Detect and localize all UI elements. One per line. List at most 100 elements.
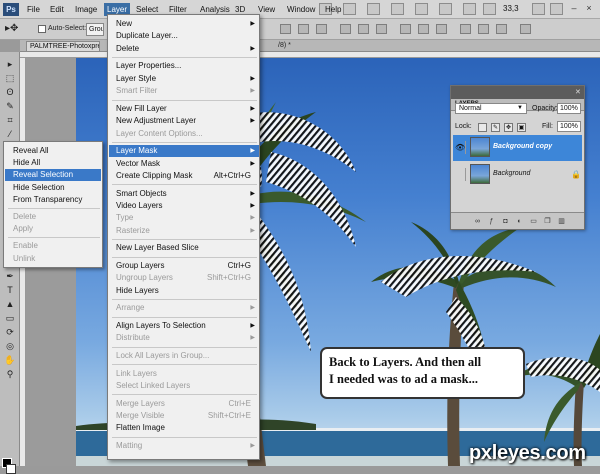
lock-position-icon[interactable]: ✥	[504, 123, 513, 132]
align-left-icon[interactable]	[340, 24, 351, 34]
submenu-item-hide-selection[interactable]: Hide Selection	[5, 182, 101, 194]
menu-help[interactable]: Help	[322, 3, 344, 16]
layer-name[interactable]: Background copy	[493, 143, 552, 150]
3d-rotate-tool[interactable]: ⟳	[3, 326, 17, 338]
layer-row[interactable]: Background 🔒	[453, 162, 582, 188]
tray-icon-6[interactable]	[439, 3, 452, 15]
submenu-item-delete[interactable]: Delete	[5, 211, 101, 223]
workspace-icon[interactable]	[550, 3, 563, 15]
tray-icon-3[interactable]	[367, 3, 380, 15]
new-layer-icon[interactable]: ❐	[543, 217, 552, 226]
menu-item-hide-layers[interactable]: Hide Layers	[109, 285, 259, 297]
layer-row[interactable]: 👁 Background copy	[453, 135, 582, 161]
menu-item-matting[interactable]: Matting ▶	[109, 440, 259, 452]
submenu-item-reveal-all[interactable]: Reveal All	[5, 145, 101, 157]
lock-transparency-icon[interactable]	[478, 123, 487, 132]
menu-item-layer-mask[interactable]: Layer Mask ▶	[109, 145, 259, 158]
submenu-item-apply[interactable]: Apply	[5, 223, 101, 235]
menu-item-flatten-image[interactable]: Flatten Image	[109, 422, 259, 434]
auto-select-checkbox[interactable]	[38, 25, 46, 33]
menu-item-new-layer-based-slice[interactable]: New Layer Based Slice	[109, 242, 259, 254]
menu-item-new-fill-layer[interactable]: New Fill Layer ▶	[109, 103, 259, 115]
distribute-center-icon[interactable]	[478, 24, 489, 34]
shape-tool[interactable]: ▭	[3, 312, 17, 324]
hand-tool[interactable]: ✋	[3, 354, 17, 366]
eyedropper-tool[interactable]: ⁄	[3, 128, 17, 140]
close-icon[interactable]: ×	[583, 3, 595, 15]
distribute-right-icon[interactable]	[496, 24, 507, 34]
move-tool-icon[interactable]: ▸✥	[5, 23, 18, 34]
menu-item-vector-mask[interactable]: Vector Mask ▶	[109, 158, 259, 170]
menu-item-duplicate-layer[interactable]: Duplicate Layer...	[109, 30, 259, 42]
align-top-icon[interactable]	[280, 24, 291, 34]
align-bottom-icon[interactable]	[316, 24, 327, 34]
eye-visibility-icon[interactable]	[455, 168, 466, 181]
menu-edit[interactable]: Edit	[47, 3, 67, 16]
auto-align-icon[interactable]	[520, 24, 531, 34]
menu-item-type[interactable]: Type ▶	[109, 212, 259, 224]
tray-icon-8[interactable]	[483, 3, 496, 15]
menu-image[interactable]: Image	[72, 3, 100, 16]
menu-file[interactable]: File	[24, 3, 43, 16]
menu-window[interactable]: Window	[284, 3, 318, 16]
submenu-item-hide-all[interactable]: Hide All	[5, 157, 101, 169]
minimize-icon[interactable]: –	[568, 3, 580, 15]
panel-close-icon[interactable]: ✕	[575, 88, 581, 96]
menu-item-video-layers[interactable]: Video Layers ▶	[109, 200, 259, 212]
menu-item-smart-objects[interactable]: Smart Objects ▶	[109, 188, 259, 200]
lock-all-icon[interactable]: ▣	[517, 123, 526, 132]
menu-item-merge-visible[interactable]: Merge Visible Shift+Ctrl+E	[109, 410, 259, 422]
3d-orbit-tool[interactable]: ◎	[3, 340, 17, 352]
menu-item-lock-all-layers-in-group[interactable]: Lock All Layers in Group...	[109, 350, 259, 362]
submenu-item-enable[interactable]: Enable	[5, 240, 101, 252]
menu-item-layer-properties[interactable]: Layer Properties...	[109, 60, 259, 72]
layer-style-icon[interactable]: ƒ	[487, 217, 496, 226]
pen-tool[interactable]: ✒	[3, 270, 17, 282]
align-middle-icon[interactable]	[298, 24, 309, 34]
auto-select-dropdown[interactable]: Group	[86, 23, 104, 36]
path-select-tool[interactable]: ▲	[3, 298, 17, 310]
crop-tool[interactable]: ⌗	[3, 114, 17, 126]
distribute-top-icon[interactable]	[400, 24, 411, 34]
distribute-middle-icon[interactable]	[418, 24, 429, 34]
lasso-tool[interactable]: ʘ	[3, 86, 17, 98]
zoom-tool[interactable]: ⚲	[3, 368, 17, 380]
tray-icon-4[interactable]	[391, 3, 404, 15]
submenu-item-unlink[interactable]: Unlink	[5, 253, 101, 265]
menu-item-ungroup-layers[interactable]: Ungroup Layers Shift+Ctrl+G	[109, 272, 259, 284]
tray-icon-2[interactable]	[343, 3, 356, 15]
type-tool[interactable]: T	[3, 284, 17, 296]
trash-icon[interactable]: ▥	[557, 217, 566, 226]
menu-item-align-layers-to-selection[interactable]: Align Layers To Selection ▶	[109, 320, 259, 332]
marquee-tool[interactable]: ⬚	[3, 72, 17, 84]
opacity-input[interactable]: 100%	[557, 103, 581, 114]
zoom-readout[interactable]: 33,3	[503, 4, 519, 13]
blend-mode-select[interactable]: Normal ▼	[455, 103, 527, 114]
menu-item-link-layers[interactable]: Link Layers	[109, 368, 259, 380]
distribute-bottom-icon[interactable]	[436, 24, 447, 34]
group-folder-icon[interactable]: ▭	[529, 217, 538, 226]
menu-item-layer-style[interactable]: Layer Style ▶	[109, 73, 259, 85]
menu-item-group-layers[interactable]: Group Layers Ctrl+G	[109, 260, 259, 272]
add-mask-icon[interactable]: ◘	[501, 217, 510, 226]
adjustment-layer-icon[interactable]: ◐	[515, 217, 524, 226]
quick-select-tool[interactable]: ✎	[3, 100, 17, 112]
menu-item-delete[interactable]: Delete ▶	[109, 43, 259, 55]
lock-pixels-icon[interactable]: ✎	[491, 123, 500, 132]
link-layers-icon[interactable]: ∞	[473, 217, 482, 226]
align-center-icon[interactable]	[358, 24, 369, 34]
eye-visibility-icon[interactable]: 👁	[455, 141, 466, 154]
align-right-icon[interactable]	[376, 24, 387, 34]
menu-item-arrange[interactable]: Arrange ▶	[109, 302, 259, 314]
layer-name[interactable]: Background	[493, 170, 530, 177]
menu-item-new[interactable]: New ▶	[109, 18, 259, 30]
menu-item-create-clipping-mask[interactable]: Create Clipping Mask Alt+Ctrl+G	[109, 170, 259, 182]
menu-item-distribute[interactable]: Distribute ▶	[109, 332, 259, 344]
menu-item-rasterize[interactable]: Rasterize ▶	[109, 225, 259, 237]
menu-item-merge-layers[interactable]: Merge Layers Ctrl+E	[109, 398, 259, 410]
document-tab[interactable]: PALMTREE-Photoxpress	[26, 41, 100, 51]
menu-item-select-linked-layers[interactable]: Select Linked Layers	[109, 380, 259, 392]
submenu-item-reveal-selection[interactable]: Reveal Selection	[5, 169, 101, 182]
submenu-item-from-transparency[interactable]: From Transparency	[5, 194, 101, 206]
screen-mode-icon[interactable]	[532, 3, 545, 15]
